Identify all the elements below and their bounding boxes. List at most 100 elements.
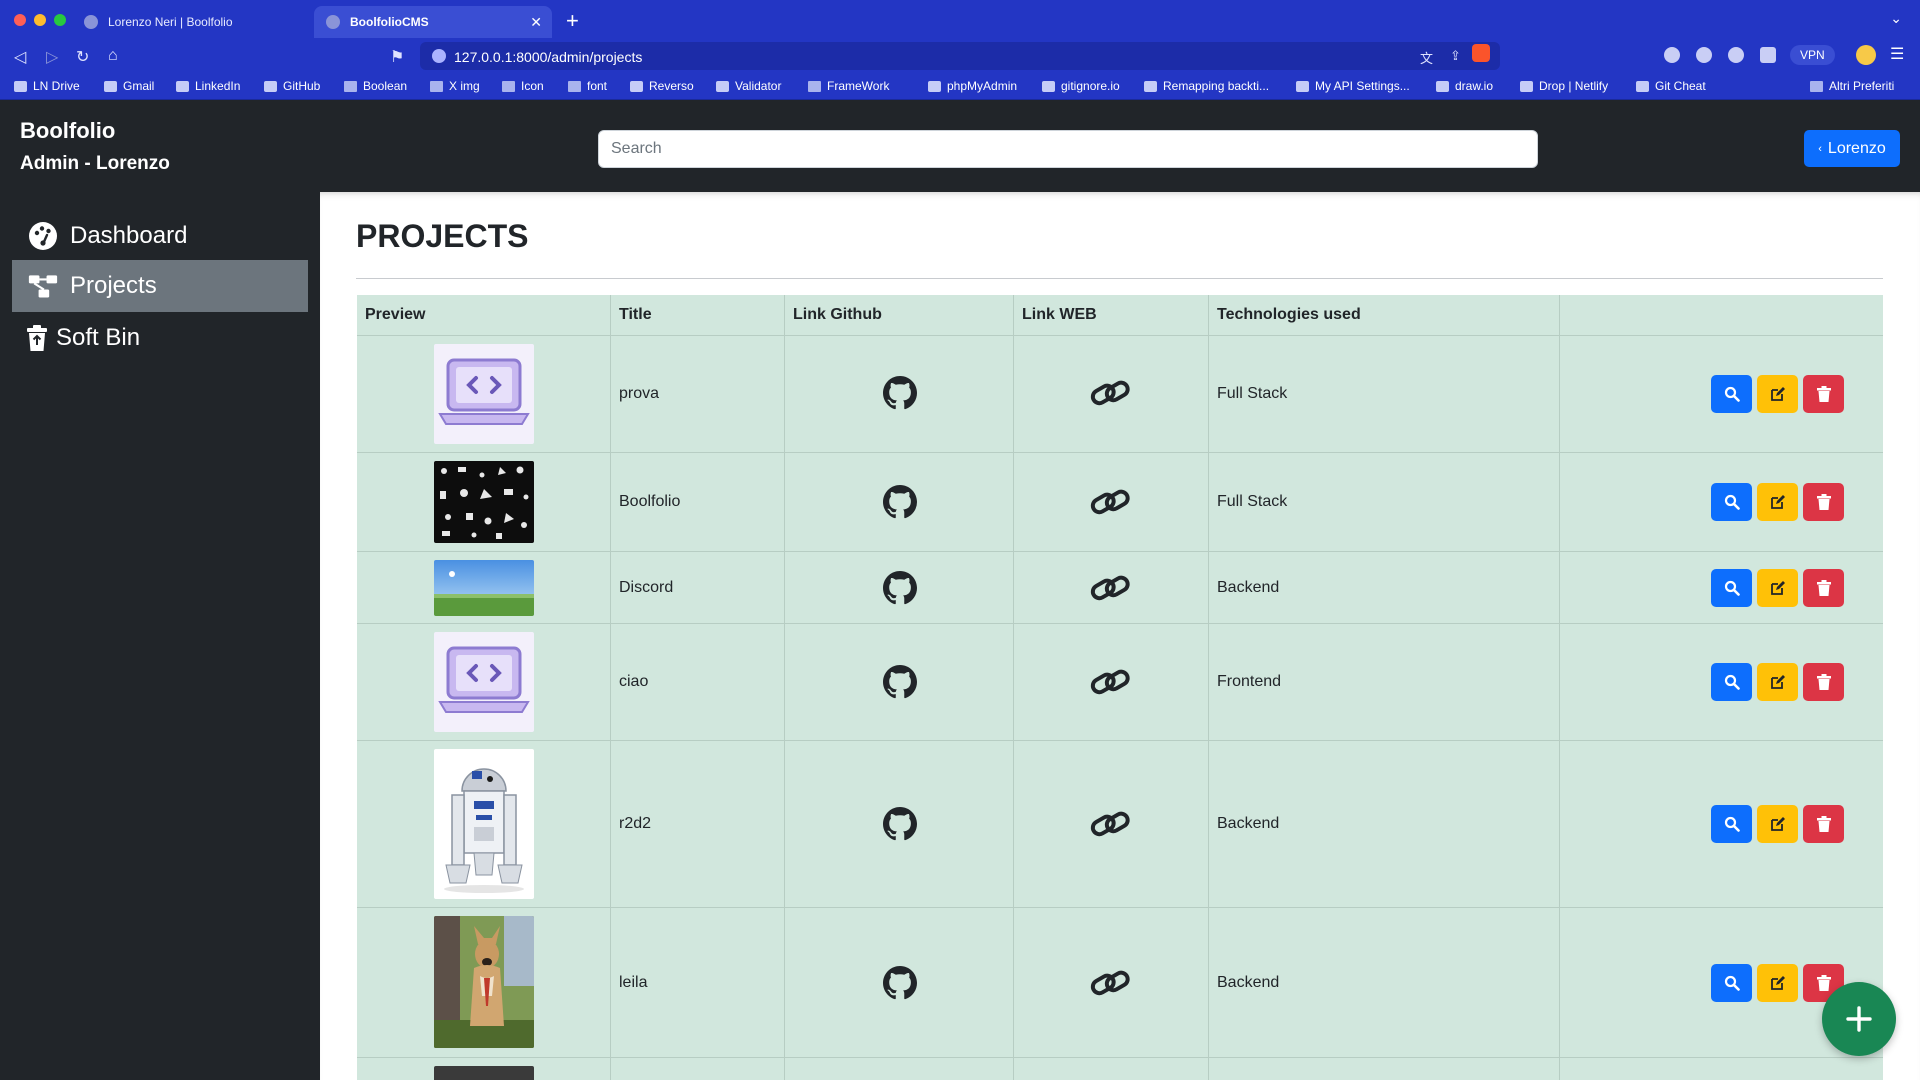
bookmark-item[interactable]: Altri Preferiti: [1810, 79, 1894, 93]
sidebar-item-dashboard[interactable]: Dashboard: [12, 210, 308, 262]
bookmark-item[interactable]: Gmail: [104, 79, 154, 93]
bookmark-item[interactable]: LN Drive: [14, 79, 80, 93]
bookmark-item[interactable]: draw.io: [1436, 79, 1493, 93]
show-button[interactable]: [1711, 663, 1752, 701]
bookmark-icon[interactable]: ⚑: [390, 47, 404, 67]
minimize-window-button[interactable]: [34, 14, 46, 26]
sidebar-item-projects[interactable]: Projects: [12, 260, 308, 312]
bookmark-item[interactable]: phpMyAdmin: [928, 79, 1017, 93]
extension-icon[interactable]: [1696, 47, 1712, 63]
bookmark-item[interactable]: font: [568, 79, 607, 93]
bookmark-item[interactable]: LinkedIn: [176, 79, 240, 93]
show-button[interactable]: [1711, 483, 1752, 521]
w3c-icon: [716, 80, 729, 92]
github-icon[interactable]: [883, 376, 917, 410]
edit-button[interactable]: [1757, 375, 1798, 413]
vpn-button[interactable]: VPN: [1790, 45, 1835, 65]
bookmark-item[interactable]: Validator: [716, 79, 781, 93]
home-icon[interactable]: ⌂: [108, 47, 118, 65]
new-tab-button[interactable]: +: [566, 8, 579, 34]
share-icon[interactable]: ⇪: [1450, 48, 1461, 64]
address-bar[interactable]: 127.0.0.1:8000/admin/projects 文 ⇪: [420, 42, 1500, 70]
github-link-cell: [785, 552, 1014, 623]
link-icon[interactable]: [1090, 665, 1130, 699]
trash-icon: [1816, 674, 1831, 690]
extension-icon[interactable]: [1664, 47, 1680, 63]
reload-icon[interactable]: ↻: [76, 47, 89, 67]
profile-avatar[interactable]: [1856, 45, 1876, 65]
starwars-pattern-image: [434, 461, 534, 543]
bookmark-item[interactable]: Reverso: [630, 79, 694, 93]
table-row: r2d2 Backend: [357, 741, 1883, 908]
close-tab-icon[interactable]: ✕: [530, 14, 542, 31]
delete-button[interactable]: [1803, 569, 1844, 607]
url-text[interactable]: 127.0.0.1:8000/admin/projects: [454, 49, 642, 65]
landscape-image: [434, 560, 534, 616]
add-project-button[interactable]: [1822, 982, 1896, 1056]
puzzle-icon[interactable]: [1728, 47, 1744, 63]
brave-shield-icon[interactable]: [1472, 44, 1490, 62]
show-button[interactable]: [1711, 569, 1752, 607]
show-button[interactable]: [1711, 964, 1752, 1002]
bookmarks-bar: LN Drive Gmail LinkedIn GitHub Boolean X…: [0, 74, 1920, 100]
tab-title: Lorenzo Neri | Boolfolio: [108, 15, 233, 29]
show-button[interactable]: [1711, 805, 1752, 843]
link-icon[interactable]: [1090, 571, 1130, 605]
delete-button[interactable]: [1803, 663, 1844, 701]
sidebar-item-label: Projects: [70, 272, 157, 299]
sidebar-icon[interactable]: [1760, 47, 1776, 63]
github-link-cell: [785, 453, 1014, 551]
folder-icon: [430, 80, 443, 92]
bookmark-item[interactable]: Remapping backti...: [1144, 79, 1269, 93]
edit-button[interactable]: [1757, 663, 1798, 701]
close-window-button[interactable]: [14, 14, 26, 26]
github-icon[interactable]: [883, 485, 917, 519]
folder-icon: [502, 80, 515, 92]
bookmark-item[interactable]: X img: [430, 79, 480, 93]
site-info-icon[interactable]: [432, 49, 446, 63]
preview-image: [434, 1066, 534, 1080]
column-header: [1560, 295, 1883, 335]
link-icon[interactable]: [1090, 376, 1130, 410]
link-icon[interactable]: [1090, 807, 1130, 841]
edit-button[interactable]: [1757, 964, 1798, 1002]
bookmark-item[interactable]: gitignore.io: [1042, 79, 1120, 93]
github-icon[interactable]: [883, 665, 917, 699]
brand-title[interactable]: Boolfolio: [20, 118, 115, 144]
row-actions: [1711, 375, 1844, 413]
bookmark-item[interactable]: FrameWork: [808, 79, 889, 93]
chevron-down-icon[interactable]: ⌄: [1890, 10, 1902, 27]
maximize-window-button[interactable]: [54, 14, 66, 26]
bookmark-item[interactable]: Git Cheat: [1636, 79, 1706, 93]
bookmark-item[interactable]: GitHub: [264, 79, 320, 93]
forward-icon[interactable]: ▷: [46, 47, 58, 67]
github-icon[interactable]: [883, 807, 917, 841]
link-icon[interactable]: [1090, 485, 1130, 519]
delete-button[interactable]: [1803, 483, 1844, 521]
bookmark-item[interactable]: My API Settings...: [1296, 79, 1410, 93]
search-input[interactable]: [598, 130, 1538, 168]
back-icon[interactable]: ◁: [14, 47, 26, 67]
actions-cell: [1560, 1058, 1883, 1080]
show-button[interactable]: [1711, 375, 1752, 413]
sidebar-item-soft-bin[interactable]: Soft Bin: [12, 312, 308, 364]
browser-tab-cms[interactable]: BoolfolioCMS ✕: [314, 6, 552, 38]
edit-button[interactable]: [1757, 805, 1798, 843]
user-dropdown-button[interactable]: ‹ Lorenzo: [1804, 130, 1900, 167]
browser-tab-portfolio[interactable]: Lorenzo Neri | Boolfolio: [72, 6, 312, 38]
github-link-cell: [785, 908, 1014, 1057]
edit-button[interactable]: [1757, 483, 1798, 521]
menu-icon[interactable]: ☰: [1890, 44, 1904, 64]
delete-button[interactable]: [1803, 805, 1844, 843]
edit-button[interactable]: [1757, 569, 1798, 607]
chevron-left-icon: ‹: [1818, 142, 1822, 155]
bookmark-item[interactable]: Boolean: [344, 79, 407, 93]
technology-cell: Backend: [1209, 552, 1560, 623]
bookmark-item[interactable]: Drop | Netlify: [1520, 79, 1608, 93]
link-icon[interactable]: [1090, 966, 1130, 1000]
github-icon[interactable]: [883, 966, 917, 1000]
bookmark-item[interactable]: Icon: [502, 79, 544, 93]
github-icon[interactable]: [883, 571, 917, 605]
delete-button[interactable]: [1803, 375, 1844, 413]
translate-icon[interactable]: 文: [1420, 48, 1433, 67]
